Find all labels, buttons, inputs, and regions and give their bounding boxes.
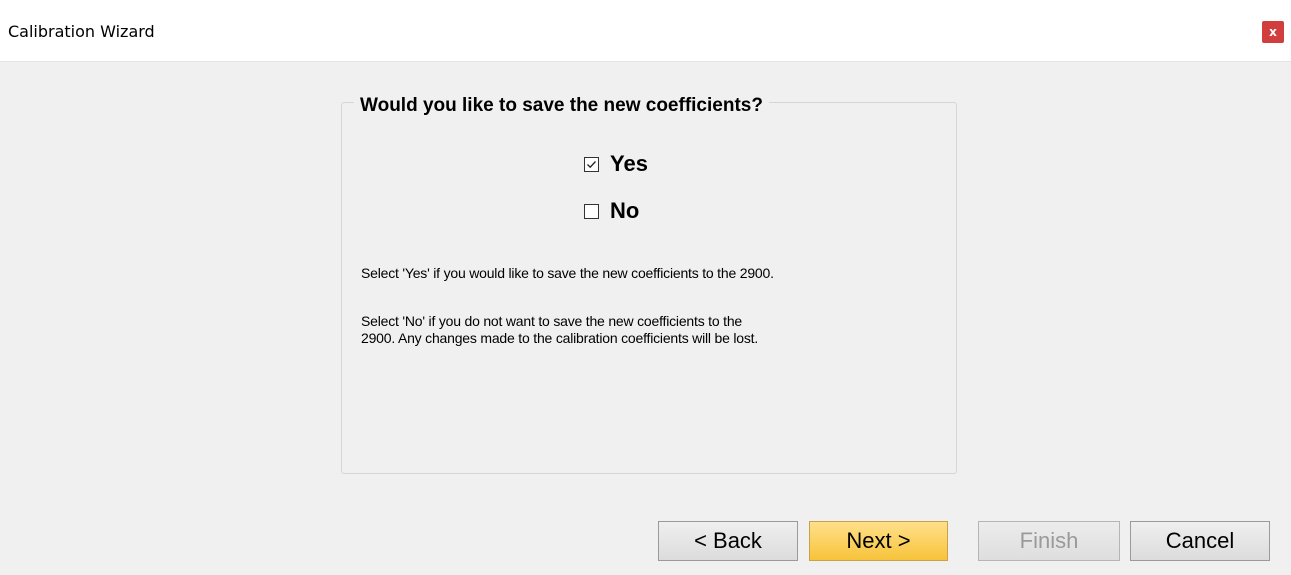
no-description: Select 'No' if you do not want to save t… bbox=[361, 313, 921, 347]
yes-option[interactable]: Yes bbox=[584, 151, 648, 177]
no-description-line2: 2900. Any changes made to the calibratio… bbox=[361, 330, 759, 346]
group-heading: Would you like to save the new coefficie… bbox=[354, 92, 769, 120]
finish-button[interactable]: Finish bbox=[978, 521, 1120, 561]
title-bar: Calibration Wizard x bbox=[0, 0, 1291, 62]
close-button[interactable]: x bbox=[1262, 21, 1284, 43]
no-label: No bbox=[610, 198, 640, 223]
cancel-button[interactable]: Cancel bbox=[1130, 521, 1270, 561]
checkbox-checked-icon[interactable] bbox=[584, 156, 599, 172]
yes-description: Select 'Yes' if you would like to save t… bbox=[361, 265, 774, 281]
window-title: Calibration Wizard bbox=[8, 22, 155, 41]
back-button[interactable]: < Back bbox=[658, 521, 798, 561]
no-option[interactable]: No bbox=[584, 198, 639, 224]
next-button[interactable]: Next > bbox=[809, 521, 948, 561]
no-description-line1: Select 'No' if you do not want to save t… bbox=[361, 313, 743, 329]
yes-label: Yes bbox=[610, 151, 648, 176]
save-coefficients-group bbox=[341, 102, 957, 474]
checkbox-unchecked-icon[interactable] bbox=[584, 203, 599, 219]
